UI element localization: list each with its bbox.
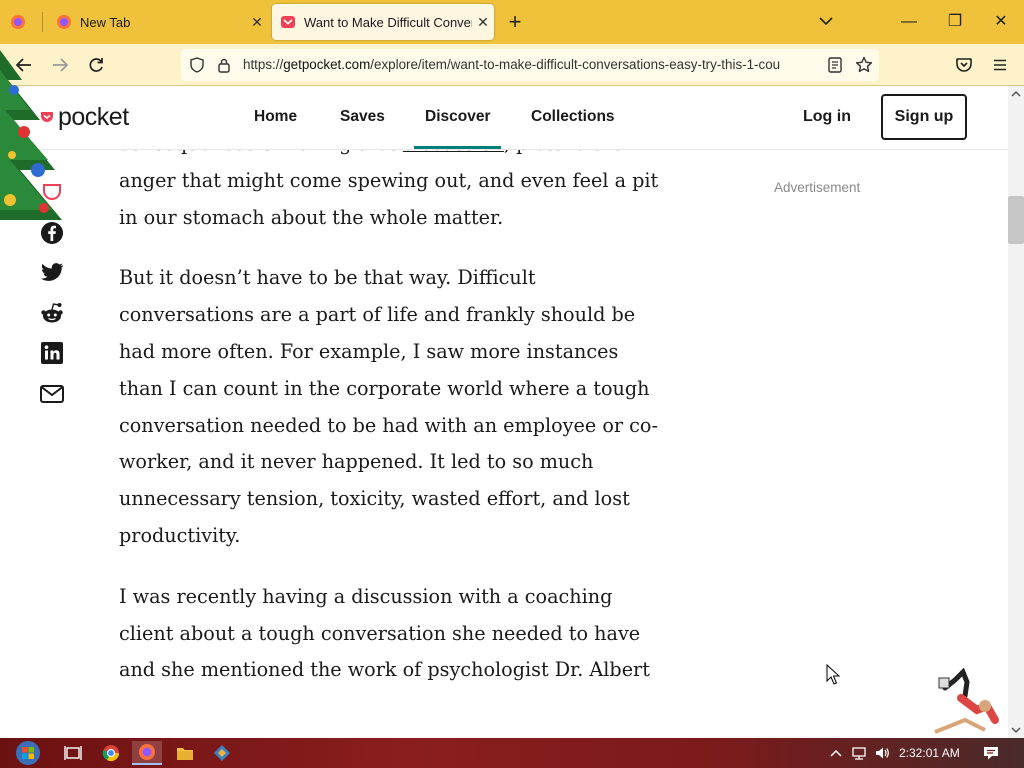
app-icon xyxy=(214,745,230,761)
tab-title: New Tab xyxy=(80,14,131,30)
url-path: /explore/item/want-to-make-difficult-con… xyxy=(370,57,781,72)
nav-saves[interactable]: Saves xyxy=(340,108,385,126)
windows-start-icon xyxy=(16,741,40,765)
volume-icon[interactable] xyxy=(874,745,890,761)
reload-button[interactable] xyxy=(82,51,110,79)
share-email-button[interactable] xyxy=(38,380,66,408)
close-tab-icon[interactable]: ✕ xyxy=(246,14,268,31)
notifications-icon[interactable] xyxy=(983,745,999,761)
nav-home[interactable]: Home xyxy=(254,108,297,126)
folder-icon xyxy=(177,748,193,760)
login-link[interactable]: Log in xyxy=(803,108,851,126)
share-reddit-button[interactable] xyxy=(38,299,66,327)
email-icon xyxy=(40,385,64,403)
acrobat-figure-decoration xyxy=(934,668,999,734)
tab-new-tab[interactable]: New Tab ✕ xyxy=(46,4,268,40)
firefox-icon xyxy=(11,15,25,29)
page-scrollbar[interactable] xyxy=(1008,86,1024,738)
reddit-icon xyxy=(41,303,63,323)
scroll-up-icon[interactable] xyxy=(1010,90,1022,98)
scroll-down-icon[interactable] xyxy=(1010,726,1022,734)
task-view-icon xyxy=(64,746,82,760)
system-clock[interactable]: 2:32:01 AM xyxy=(899,738,960,768)
taskbar-chrome[interactable] xyxy=(96,741,126,765)
new-tab-button[interactable]: + xyxy=(503,8,527,36)
active-nav-indicator xyxy=(414,146,501,149)
nav-discover[interactable]: Discover xyxy=(425,108,490,126)
address-bar[interactable]: https://getpocket.com/explore/item/want-… xyxy=(181,49,879,81)
app-menu-button[interactable] xyxy=(986,51,1014,79)
signup-button[interactable]: Sign up xyxy=(881,94,967,140)
close-window-button[interactable]: ✕ xyxy=(978,8,1024,36)
tab-title: Want to Make Difficult Convers xyxy=(304,14,472,30)
close-tab-icon[interactable]: ✕ xyxy=(472,14,494,31)
taskbar-app[interactable] xyxy=(207,741,237,765)
bookmark-star-icon[interactable] xyxy=(855,56,873,74)
scrollbar-thumb[interactable] xyxy=(1008,196,1024,244)
tab-bar: New Tab ✕ Want to Make Difficult Convers… xyxy=(0,0,1024,44)
web-page: pocket Home Saves Discover Collections L… xyxy=(0,86,1008,738)
tab-separator xyxy=(42,12,43,32)
reader-view-icon[interactable] xyxy=(827,57,843,73)
taskbar-file-explorer[interactable] xyxy=(170,741,200,765)
chevron-up-icon[interactable] xyxy=(828,745,844,761)
network-icon[interactable] xyxy=(851,745,867,761)
tracking-shield-icon[interactable] xyxy=(189,57,205,73)
share-linkedin-button[interactable] xyxy=(38,339,66,367)
url-prefix: https:// xyxy=(243,57,284,72)
linkedin-icon xyxy=(41,342,63,364)
christmas-tree-decoration xyxy=(0,50,62,220)
pocket-icon xyxy=(956,58,972,72)
mouse-cursor-icon xyxy=(826,664,840,685)
article-paragraph: I was recently having a discussion with … xyxy=(119,584,650,682)
hamburger-menu-icon xyxy=(994,59,1006,71)
article-paragraph: But it doesn’t have to be that way. Diff… xyxy=(119,266,658,547)
pocket-toolbar-button[interactable] xyxy=(950,51,978,79)
article-body: consequences of having that discussion, … xyxy=(119,126,659,713)
tab-active-article[interactable]: Want to Make Difficult Convers ✕ xyxy=(272,4,494,40)
minimize-button[interactable]: — xyxy=(886,8,932,36)
restore-button[interactable]: ❐ xyxy=(932,8,978,36)
navigation-toolbar: https://getpocket.com/explore/item/want-… xyxy=(0,44,1024,86)
share-twitter-button[interactable] xyxy=(38,259,66,287)
nav-collections[interactable]: Collections xyxy=(531,108,615,126)
reload-icon xyxy=(89,58,103,72)
site-header: pocket Home Saves Discover Collections L… xyxy=(0,86,1008,150)
chevron-down-icon[interactable] xyxy=(815,10,837,32)
firefox-icon xyxy=(139,744,155,760)
url-text: https://getpocket.com/explore/item/want-… xyxy=(243,49,817,81)
signup-label: Sign up xyxy=(894,108,954,125)
start-button[interactable] xyxy=(10,741,46,765)
firefox-menu-tab[interactable] xyxy=(4,4,40,40)
advertisement-label: Advertisement xyxy=(774,180,861,195)
lock-icon[interactable] xyxy=(217,57,231,73)
chrome-icon xyxy=(102,745,120,762)
twitter-icon xyxy=(40,263,63,281)
firefox-icon xyxy=(57,15,71,29)
url-host: getpocket.com xyxy=(283,57,371,72)
windows-taskbar: 2:32:01 AM xyxy=(0,738,1024,768)
pocket-favicon-icon xyxy=(281,16,295,28)
taskbar-firefox[interactable] xyxy=(132,741,162,765)
task-view-button[interactable] xyxy=(58,741,88,765)
